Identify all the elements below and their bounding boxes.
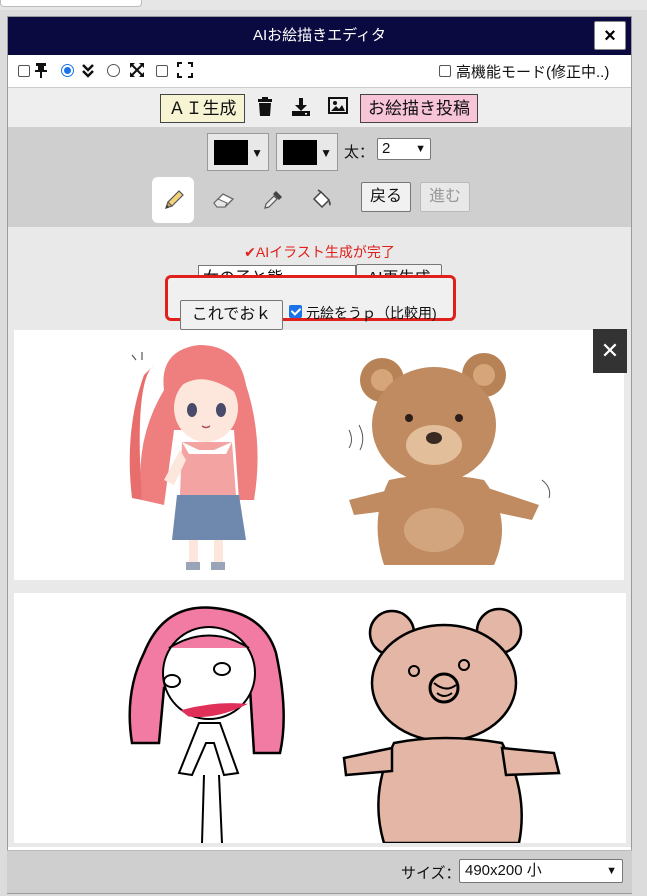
corners-icon [177, 62, 193, 82]
pencil-tool[interactable] [152, 177, 194, 223]
primary-color-swatch [214, 140, 248, 165]
thickness-value: 2 [382, 140, 391, 157]
dropdown-arrow-icon: ▼ [320, 146, 332, 160]
chevron-down-icon: ▼ [415, 143, 426, 155]
close-image-button[interactable]: ✕ [593, 329, 627, 373]
secondary-color-picker[interactable]: ▼ [276, 133, 338, 171]
image-icon[interactable] [328, 97, 348, 117]
window-title: AIお絵描きエディタ [252, 27, 387, 44]
size-value: 490x200 小 [465, 862, 542, 879]
pin-checkbox[interactable] [18, 65, 30, 77]
eraser-icon [213, 193, 235, 208]
thickness-select[interactable]: 2 ▼ [377, 138, 431, 160]
ai-illustration [129, 345, 551, 570]
close-button[interactable]: × [594, 21, 626, 50]
options-row: 高機能モード(修正中..) [8, 59, 631, 83]
paint-bucket-icon [312, 189, 331, 209]
fullscreen-radio[interactable] [107, 64, 120, 77]
main-toolbar: ＡＩ生成 お絵描き投稿 [8, 87, 631, 128]
browser-tab [0, 0, 142, 7]
sketch-illustration [128, 606, 561, 845]
maximize-checkbox[interactable] [156, 65, 168, 77]
eraser-tool[interactable] [202, 177, 244, 223]
advanced-mode-label: 高機能モード(修正中..) [456, 64, 610, 81]
primary-color-picker[interactable]: ▼ [207, 133, 269, 171]
ai-generate-button[interactable]: ＡＩ生成 [160, 94, 245, 123]
size-select[interactable]: 490x200 小 ▼ [459, 859, 623, 883]
size-label: サイズ： [401, 865, 461, 882]
double-chevron-down-icon [82, 62, 94, 82]
dock-radio[interactable] [61, 64, 74, 77]
secondary-color-swatch [283, 140, 317, 165]
redo-button[interactable]: 進む [420, 182, 470, 212]
undo-button[interactable]: 戻る [361, 182, 411, 212]
ai-status-text: ✔AIイラスト生成が完了 [244, 244, 395, 260]
compare-upload-checkbox[interactable] [289, 305, 302, 318]
dropdown-arrow-icon: ▼ [251, 146, 263, 160]
eyedropper-icon [264, 191, 282, 209]
compare-upload-label: 元絵をうｐ（比較用) [306, 305, 437, 321]
advanced-mode-checkbox[interactable] [439, 65, 451, 77]
accept-button[interactable]: これでおｋ [180, 300, 283, 330]
pin-icon [34, 62, 48, 82]
drawing-post-button[interactable]: お絵描き投稿 [360, 94, 478, 123]
trash-icon[interactable] [256, 97, 276, 117]
title-bar: AIお絵描きエディタ × [8, 17, 631, 55]
fill-bucket-tool[interactable] [300, 177, 342, 223]
pencil-icon [165, 190, 184, 209]
chevron-down-icon: ▼ [606, 865, 617, 877]
thickness-label: 太： [344, 144, 375, 161]
drawing-toolbar: ▼ ▼ 太： 2 ▼ 戻る 進む [8, 127, 631, 227]
original-sketch-image [14, 593, 626, 845]
ai-generated-image [14, 330, 624, 580]
download-icon[interactable] [291, 97, 311, 117]
footer-bar: サイズ： 490x200 小 ▼ [7, 850, 632, 893]
eyedropper-tool[interactable] [251, 177, 293, 223]
expand-icon [129, 62, 145, 82]
